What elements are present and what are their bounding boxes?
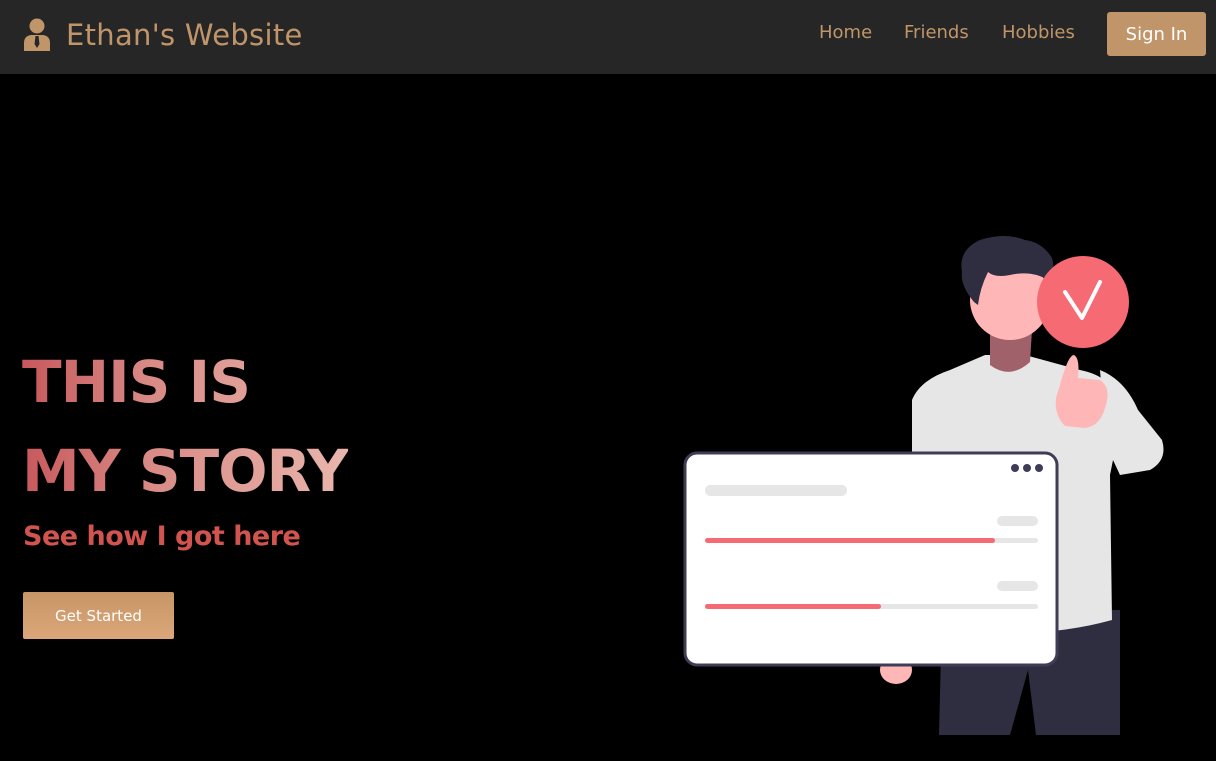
hero-title-line-2: MY STORY	[22, 437, 349, 505]
nav-link-home[interactable]: Home	[819, 22, 872, 43]
brand-name: Ethan's Website	[66, 18, 303, 52]
nav-link-friends[interactable]: Friends	[904, 22, 969, 43]
check-badge	[1037, 256, 1129, 348]
progress-fill-1	[705, 538, 995, 543]
progress-fill-2	[705, 604, 881, 609]
person-holding-checklist-illustration	[680, 230, 1170, 740]
board-heading-placeholder	[705, 485, 847, 496]
checklist-board	[683, 451, 1059, 667]
top-navbar: Ethan's Website Home Friends Hobbies Sig…	[0, 0, 1216, 74]
get-started-button[interactable]: Get Started	[23, 592, 174, 639]
nav-link-hobbies[interactable]: Hobbies	[1002, 22, 1075, 43]
brand-logo[interactable]: Ethan's Website	[22, 14, 303, 56]
hero-title-line-1: THIS IS	[22, 348, 251, 416]
user-tie-icon	[22, 18, 52, 52]
sign-in-button[interactable]: Sign In	[1107, 12, 1206, 56]
hero-title: THIS IS MY STORY	[22, 338, 348, 516]
hero-subtitle: See how I got here	[23, 521, 301, 552]
more-dots-icon	[1011, 464, 1043, 472]
